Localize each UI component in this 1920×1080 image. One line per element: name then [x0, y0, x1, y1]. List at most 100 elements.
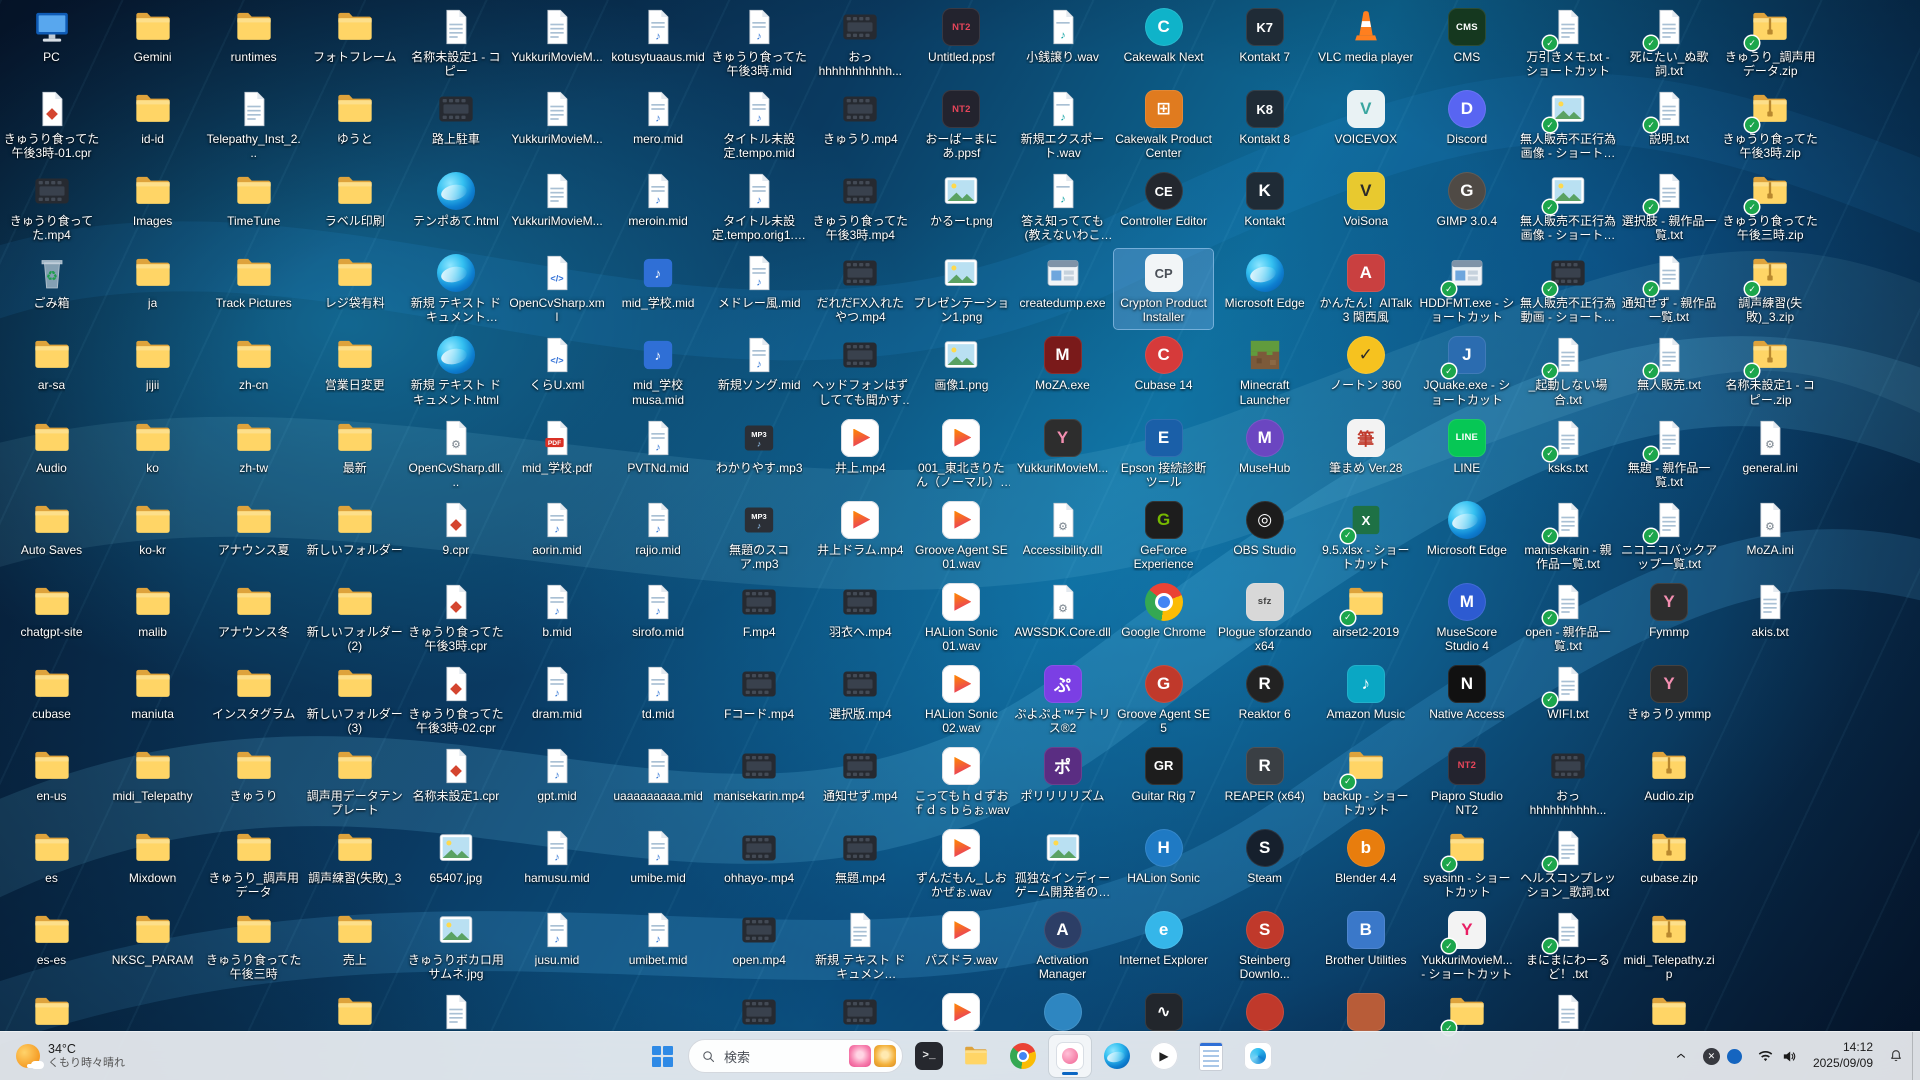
desktop-icon[interactable]: Track Pictures [204, 249, 303, 329]
desktop-icon[interactable]: Gemini [103, 3, 202, 83]
desktop-icon[interactable]: 名称未設定1 - コピー [406, 3, 505, 83]
desktop-icon[interactable]: ✓ksks.txt [1519, 414, 1618, 494]
desktop-icon[interactable]: ✓説明.txt [1620, 85, 1719, 165]
desktop-icon[interactable]: ⚙MoZA.ini [1721, 496, 1820, 576]
desktop-icon[interactable]: ✓無人販売不正行為画像 - ショートカッ... [1519, 85, 1618, 165]
desktop-icon[interactable]: ずんだもん_しおかぜぉ.wav [912, 824, 1011, 904]
desktop-icon[interactable]: アナウンス夏 [204, 496, 303, 576]
desktop-icon[interactable]: インスタグラム [204, 660, 303, 740]
desktop-icon[interactable]: VVOICEVOX [1316, 85, 1415, 165]
desktop-icon[interactable]: zh-tw [204, 414, 303, 494]
desktop-icon[interactable]: きゅうり [204, 742, 303, 822]
desktop-icon[interactable]: ✓選択肢 - 親作品一覧.txt [1620, 167, 1719, 247]
desktop-icon[interactable]: 新規 テキスト ドキュメント.html [406, 331, 505, 411]
desktop-icon[interactable]: zh-cn [204, 331, 303, 411]
desktop-icon[interactable]: ⚙OpenCvSharp.dll... [406, 414, 505, 494]
desktop-icon[interactable]: ♪uaaaaaaaaa.mid [609, 742, 708, 822]
tray-chevron-button[interactable] [1667, 1036, 1695, 1076]
desktop-icon[interactable]: PDFmid_学校.pdf [508, 414, 607, 494]
desktop-icon[interactable]: CEController Editor [1114, 167, 1213, 247]
desktop-icon[interactable]: 通知せず.mp4 [811, 742, 910, 822]
desktop-icon[interactable]: maniuta [103, 660, 202, 740]
desktop-icon[interactable]: NT2Piapro Studio NT2 [1417, 742, 1516, 822]
desktop-icon[interactable]: RREAPER (x64) [1215, 742, 1314, 822]
desktop-icon[interactable]: bBlender 4.4 [1316, 824, 1415, 904]
desktop-icon[interactable]: RReaktor 6 [1215, 660, 1314, 740]
desktop-icon[interactable]: YukkuriMovieM... [508, 3, 607, 83]
desktop-icon[interactable]: Microsoft Edge [1417, 496, 1516, 576]
taskbar-app-voice-app[interactable] [1237, 1035, 1279, 1077]
desktop-icon[interactable]: es [2, 824, 101, 904]
desktop-icon[interactable]: PC [2, 3, 101, 83]
desktop-icon[interactable]: パズドラ.wav [912, 906, 1011, 986]
start-button[interactable] [641, 1035, 683, 1077]
desktop-icon[interactable]: 売上 [305, 906, 404, 986]
desktop-icon[interactable]: ♪PVTNd.mid [609, 414, 708, 494]
desktop-icon[interactable]: ✓open - 親作品一覧.txt [1519, 578, 1618, 658]
desktop-icon[interactable]: 営業日変更 [305, 331, 404, 411]
desktop-icon[interactable]: ♪rajio.mid [609, 496, 708, 576]
desktop-icon[interactable]: midi_Telepathy.zip [1620, 906, 1719, 986]
desktop-icon[interactable]: HHALion Sonic [1114, 824, 1213, 904]
desktop-icon[interactable]: テンポあて.html [406, 167, 505, 247]
desktop-icon[interactable]: ♪答え知ってても(教えないわこれ).wav [1013, 167, 1112, 247]
desktop-icon[interactable]: ⚙Accessibility.dll [1013, 496, 1112, 576]
desktop-icon[interactable]: es-es [2, 906, 101, 986]
desktop-icon[interactable]: NT2Untitled.ppsf [912, 3, 1011, 83]
desktop-icon[interactable]: おっhhhhhhhhhh... [1519, 742, 1618, 822]
desktop-icon[interactable]: en-us [2, 742, 101, 822]
taskbar-app-file-explorer[interactable] [955, 1035, 997, 1077]
desktop-icon[interactable]: ohhayo-.mp4 [710, 824, 809, 904]
taskbar-app-google-chrome[interactable] [1002, 1035, 1044, 1077]
desktop-icon[interactable]: ♪mid_学校musa.mid [609, 331, 708, 411]
desktop-icon[interactable]: 新しいフォルダー [305, 496, 404, 576]
desktop-icon[interactable]: cubase.zip [1620, 824, 1719, 904]
desktop-icon[interactable]: 孤独なインディーゲーム開発者の一生 ... [1013, 824, 1112, 904]
desktop-icon[interactable]: ✓ニコニコバックアップ一覧.txt [1620, 496, 1719, 576]
desktop-icon[interactable]: ar-sa [2, 331, 101, 411]
desktop-icon[interactable]: Microsoft Edge [1215, 249, 1314, 329]
desktop-icon[interactable]: YYukkuriMovieM... [1013, 414, 1112, 494]
desktop-icon[interactable]: Mixdown [103, 824, 202, 904]
desktop-icon[interactable]: ♪td.mid [609, 660, 708, 740]
desktop-icon[interactable]: きゅうり食ってた午後3時.mp4 [811, 167, 910, 247]
tray-clock[interactable]: 14:12 2025/09/09 [1806, 1036, 1880, 1076]
desktop-icon[interactable]: AActivation Manager [1013, 906, 1112, 986]
desktop-icon[interactable]: 新しいフォルダー (2) [305, 578, 404, 658]
desktop-icon[interactable]: ✓backup - ショートカット [1316, 742, 1415, 822]
desktop-icon[interactable]: きゅうりボカロ用サムネ.jpg [406, 906, 505, 986]
desktop-icon[interactable]: ✓ヘルスコンプレッション_歌詞.txt [1519, 824, 1618, 904]
desktop-icon[interactable]: Y✓YukkuriMovieM... - ショートカット [1417, 906, 1516, 986]
desktop-icon[interactable]: ✓通知せず - 親作品一覧.txt [1620, 249, 1719, 329]
desktop-icon[interactable]: ♪meroin.mid [609, 167, 708, 247]
desktop-icon[interactable]: Images [103, 167, 202, 247]
desktop-icon[interactable]: 最新 [305, 414, 404, 494]
desktop-icon[interactable]: ✓無人販売不正行為動画 - ショートカット [1519, 249, 1618, 329]
desktop-icon[interactable]: GGroove Agent SE 5 [1114, 660, 1213, 740]
desktop-icon[interactable]: J✓JQuake.exe - ショートカット [1417, 331, 1516, 411]
desktop-icon[interactable]: ko-kr [103, 496, 202, 576]
desktop-icon[interactable]: ポポリリリリズム [1013, 742, 1112, 822]
desktop-icon[interactable]: 新しいフォルダー (3) [305, 660, 404, 740]
desktop-icon[interactable]: ✓きゅうり食ってた午後三時.zip [1721, 167, 1820, 247]
desktop-icon[interactable]: 65407.jpg [406, 824, 505, 904]
desktop-icon[interactable]: 調声用データテンプレート [305, 742, 404, 822]
desktop-icon[interactable]: K8Kontakt 8 [1215, 85, 1314, 165]
desktop-icon[interactable]: ♪gpt.mid [508, 742, 607, 822]
taskbar-app-media-player[interactable]: ▶ [1143, 1035, 1185, 1077]
desktop-icon[interactable]: ⊞Cakewalk Product Center [1114, 85, 1213, 165]
desktop-icon[interactable]: DDiscord [1417, 85, 1516, 165]
desktop-icon[interactable]: midi_Telepathy [103, 742, 202, 822]
desktop-icon[interactable]: ✓無題 - 親作品一覧.txt [1620, 414, 1719, 494]
desktop-icon[interactable]: Auto Saves [2, 496, 101, 576]
desktop-icon[interactable]: ♪タイトル未設定.tempo.orig1.mid [710, 167, 809, 247]
desktop-icon[interactable]: ✓_起動しない場合.txt [1519, 331, 1618, 411]
desktop-icon[interactable]: ♪jusu.mid [508, 906, 607, 986]
desktop-icon[interactable]: ✓死にたい_ぬ歌詞.txt [1620, 3, 1719, 83]
desktop-icon[interactable]: ✓まにまにわーるど！.txt [1519, 906, 1618, 986]
desktop-icon[interactable]: manisekarin.mp4 [710, 742, 809, 822]
desktop-icon[interactable]: ja [103, 249, 202, 329]
desktop-icon[interactable]: ✓調声練習(失敗)_3.zip [1721, 249, 1820, 329]
desktop-icon[interactable]: chatgpt-site [2, 578, 101, 658]
desktop-icon[interactable]: ♪kotusytuaaus.mid [609, 3, 708, 83]
